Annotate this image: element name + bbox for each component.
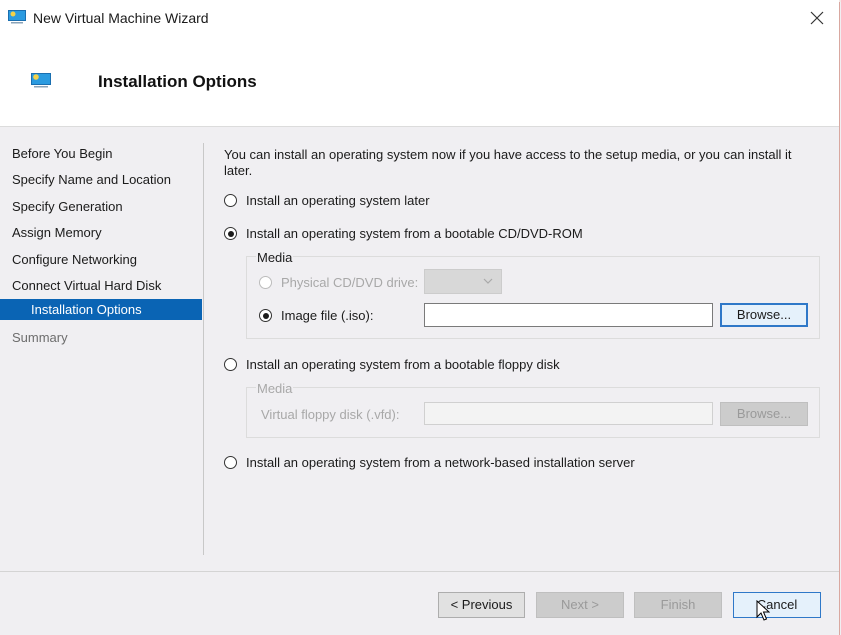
next-button[interactable]: Next > <box>536 592 624 618</box>
option-install-network[interactable]: Install an operating system from a netwo… <box>224 455 635 470</box>
cancel-button[interactable]: Cancel <box>733 592 821 618</box>
description-text: You can install an operating system now … <box>224 147 792 178</box>
option-physical-drive[interactable]: Physical CD/DVD drive: <box>259 275 418 290</box>
content-area: You can install an operating system now … <box>224 147 814 179</box>
option-install-network-label: Install an operating system from a netwo… <box>246 455 635 470</box>
virtual-machine-icon <box>8 10 26 24</box>
previous-button[interactable]: < Previous <box>438 592 525 618</box>
vfd-input[interactable] <box>424 402 713 425</box>
browse-iso-button[interactable]: Browse... <box>720 303 808 327</box>
option-install-later[interactable]: Install an operating system later <box>224 193 430 208</box>
option-install-later-label: Install an operating system later <box>246 193 430 208</box>
nav-item-connect-virtual-hard-disk[interactable]: Connect Virtual Hard Disk <box>0 273 203 299</box>
mouse-cursor-icon <box>756 600 770 621</box>
radio-physical-drive[interactable] <box>259 276 272 289</box>
page-title: Installation Options <box>98 72 257 91</box>
wizard-steps-nav: Before You Begin Specify Name and Locati… <box>0 141 203 352</box>
nav-item-before-you-begin[interactable]: Before You Begin <box>0 141 203 167</box>
finish-button[interactable]: Finish <box>634 592 722 618</box>
nav-item-specify-generation[interactable]: Specify Generation <box>0 194 203 220</box>
radio-image-file[interactable] <box>259 309 272 322</box>
image-file-input[interactable] <box>424 303 713 327</box>
option-image-file[interactable]: Image file (.iso): <box>259 308 373 323</box>
nav-item-assign-memory[interactable]: Assign Memory <box>0 220 203 246</box>
close-button[interactable] <box>803 6 831 30</box>
option-install-floppy-label: Install an operating system from a boota… <box>246 357 560 372</box>
wizard-header: Installation Options <box>0 36 839 127</box>
radio-install-network[interactable] <box>224 456 237 469</box>
virtual-machine-icon <box>31 73 51 88</box>
vfd-label: Virtual floppy disk (.vfd): <box>261 407 400 422</box>
cd-media-group-label: Media <box>256 250 294 265</box>
nav-divider <box>203 143 204 555</box>
physical-drive-dropdown[interactable] <box>424 269 502 294</box>
radio-install-later[interactable] <box>224 194 237 207</box>
nav-item-configure-networking[interactable]: Configure Networking <box>0 247 203 273</box>
close-icon <box>810 11 824 25</box>
title-bar: New Virtual Machine Wizard <box>0 0 839 36</box>
radio-install-cd-dvd[interactable] <box>224 227 237 240</box>
radio-install-floppy[interactable] <box>224 358 237 371</box>
footer-divider <box>0 571 839 572</box>
chevron-down-icon <box>483 278 493 284</box>
nav-item-summary[interactable]: Summary <box>0 325 203 351</box>
floppy-media-group-label: Media <box>256 381 294 396</box>
option-install-cd-dvd-label: Install an operating system from a boota… <box>246 226 583 241</box>
nav-item-installation-options[interactable]: Installation Options <box>0 299 202 321</box>
wizard-window: New Virtual Machine Wizard Installation … <box>0 0 841 635</box>
window-title: New Virtual Machine Wizard <box>33 10 209 26</box>
option-install-floppy[interactable]: Install an operating system from a boota… <box>224 357 560 372</box>
browse-vfd-button[interactable]: Browse... <box>720 402 808 426</box>
physical-drive-label: Physical CD/DVD drive: <box>281 275 419 290</box>
option-install-cd-dvd[interactable]: Install an operating system from a boota… <box>224 226 583 241</box>
image-file-label: Image file (.iso): <box>281 308 374 323</box>
nav-item-specify-name-and-location[interactable]: Specify Name and Location <box>0 167 203 193</box>
